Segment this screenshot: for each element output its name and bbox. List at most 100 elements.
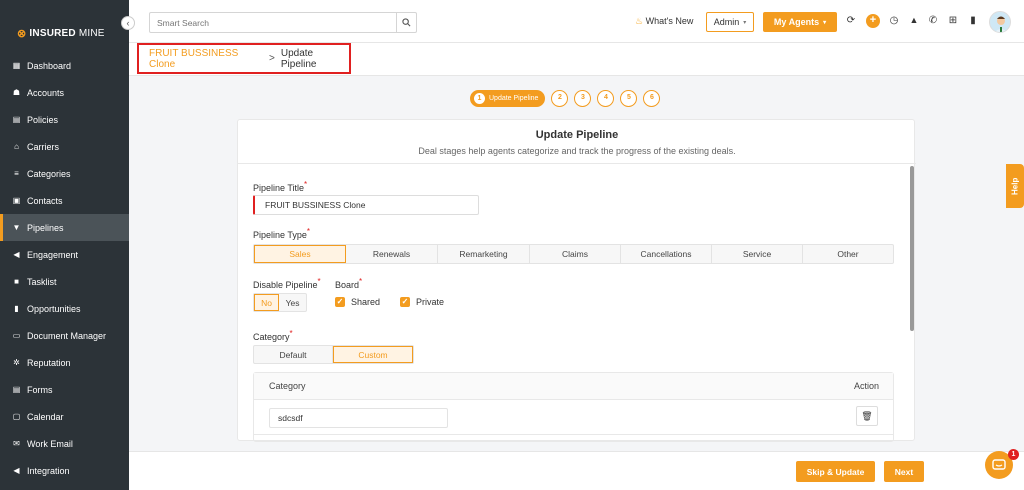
step-6[interactable]: 6 — [643, 90, 661, 107]
sidebar-item-label: Reputation — [27, 357, 71, 368]
calendar-icon: ▢ — [12, 412, 21, 421]
disable-pipeline-toggle: No Yes — [253, 293, 307, 312]
trash-icon: 🗑 — [861, 410, 873, 421]
chat-notification-badge: 1 — [1008, 449, 1019, 460]
sidebar-item-label: Forms — [27, 384, 53, 395]
topbar: ♨ What's New Admin▾ My Agents▾ ⟳ + ◷ ▲ ✆… — [129, 0, 1024, 43]
refresh-icon[interactable]: ⟳ — [845, 15, 857, 26]
pipeline-type-label: Pipeline Type* — [253, 227, 310, 240]
disable-yes[interactable]: Yes — [279, 294, 306, 311]
pipeline-type-other[interactable]: Other — [803, 245, 893, 263]
update-pipeline-card: Update Pipeline Deal stages help agents … — [237, 119, 916, 442]
card-scrollbar[interactable] — [910, 166, 914, 331]
pipeline-type-claims[interactable]: Claims — [530, 245, 621, 263]
pipelines-icon: ▼ — [12, 223, 21, 232]
step-1-active[interactable]: 1 Update Pipeline — [470, 90, 546, 107]
pipeline-type-service[interactable]: Service — [712, 245, 803, 263]
admin-select-value: Admin — [713, 17, 740, 27]
category-label: Category* — [253, 329, 293, 342]
user-avatar[interactable] — [989, 11, 1011, 33]
bell-icon[interactable]: ▲ — [908, 15, 920, 25]
carriers-icon: ⌂ — [14, 142, 19, 151]
search-input[interactable] — [150, 13, 396, 32]
step-5[interactable]: 5 — [620, 90, 638, 107]
category-table: Category Action sdcsdf 🗑 — [253, 372, 894, 442]
category-default[interactable]: Default — [254, 346, 333, 363]
whats-new-link[interactable]: ♨ What's New — [635, 16, 693, 27]
sidebar-item-integration[interactable]: ◀ Integration — [0, 457, 129, 484]
pipeline-type-renewals[interactable]: Renewals — [346, 245, 438, 263]
pipeline-type-sales[interactable]: Sales — [254, 245, 346, 263]
admin-select[interactable]: Admin ▾ — [706, 12, 754, 32]
divider — [238, 163, 916, 164]
chevron-down-icon: ▾ — [743, 19, 747, 26]
chip-icon[interactable]: ⊞ — [947, 15, 959, 26]
dashboard-icon: ▦ — [12, 61, 21, 70]
breadcrumb-separator: > — [269, 53, 275, 64]
accounts-icon: ☗ — [12, 88, 21, 97]
step-label: Update Pipeline — [489, 95, 539, 102]
pipeline-title-label: Pipeline Title* — [253, 180, 308, 193]
integration-icon: ◀ — [13, 466, 20, 475]
brand-logo[interactable]: ⊗ INSURED MINE — [17, 27, 105, 40]
email-icon: ✉ — [13, 439, 20, 448]
sidebar-item-label: Tasklist — [27, 276, 57, 287]
sidebar-item-forms[interactable]: ▤ Forms — [0, 376, 129, 403]
skip-update-button[interactable]: Skip & Update — [796, 461, 875, 482]
breadcrumb-parent-link[interactable]: FRUIT BUSSINESS Clone — [149, 48, 263, 70]
mobile-icon[interactable]: ▮ — [967, 15, 979, 26]
help-tab[interactable]: Help — [1006, 164, 1024, 208]
sidebar-item-accounts[interactable]: ☗ Accounts — [0, 79, 129, 106]
sidebar-item-opportunities[interactable]: ▮ Opportunities — [0, 295, 129, 322]
step-4[interactable]: 4 — [597, 90, 615, 107]
board-shared-label: Shared — [351, 297, 381, 307]
sidebar-item-carriers[interactable]: ⌂ Carriers — [0, 133, 129, 160]
sidebar-item-policies[interactable]: ▤ Policies — [0, 106, 129, 133]
step-number: 1 — [474, 93, 485, 104]
board-private-checkbox[interactable]: ✓ Private — [400, 297, 444, 307]
category-mode-toggle: Default Custom — [253, 345, 414, 364]
pipeline-title-input[interactable]: FRUIT BUSSINESS Clone — [253, 195, 479, 215]
sidebar-item-contacts[interactable]: ▣ Contacts — [0, 187, 129, 214]
card-title: Update Pipeline — [535, 129, 619, 141]
flame-icon: ♨ — [635, 16, 644, 26]
contacts-icon: ▣ — [12, 196, 21, 205]
delete-button[interactable]: 🗑 — [856, 406, 878, 426]
category-custom[interactable]: Custom — [333, 346, 413, 363]
pipeline-type-remarketing[interactable]: Remarketing — [438, 245, 530, 263]
logo-text-2: MINE — [78, 28, 105, 39]
sidebar-item-tasklist[interactable]: ■ Tasklist — [0, 268, 129, 295]
breadcrumb-bar: FRUIT BUSSINESS Clone > Update Pipeline — [129, 43, 1024, 76]
disable-no[interactable]: No — [254, 294, 280, 311]
sidebar-item-label: Dashboard — [27, 60, 72, 71]
sidebar-item-label: Opportunities — [27, 303, 81, 314]
search-icon — [402, 18, 411, 27]
board-label: Board* — [335, 277, 363, 290]
sidebar-item-calendar[interactable]: ▢ Calendar — [0, 403, 129, 430]
sidebar-collapse-button[interactable]: ‹ — [121, 16, 135, 30]
sidebar-item-categories[interactable]: ≡ Categories — [0, 160, 129, 187]
clock-icon[interactable]: ◷ — [888, 15, 900, 26]
search-button[interactable] — [396, 13, 416, 32]
sidebar-item-work-email[interactable]: ✉ Work Email — [0, 430, 129, 457]
sidebar-item-pipelines[interactable]: ▼ Pipelines — [0, 214, 129, 241]
phone-icon[interactable]: ✆ — [927, 15, 939, 26]
checkbox-checked-icon: ✓ — [400, 297, 410, 307]
sidebar-item-engagement[interactable]: ◀ Engagement — [0, 241, 129, 268]
category-value-input[interactable]: sdcsdf — [269, 408, 448, 428]
step-2[interactable]: 2 — [551, 90, 569, 107]
board-shared-checkbox[interactable]: ✓ Shared — [335, 297, 380, 307]
sidebar-item-document-manager[interactable]: ▭ Document Manager — [0, 322, 129, 349]
chat-icon — [992, 459, 1006, 470]
my-agents-button[interactable]: My Agents ▾ — [763, 12, 837, 32]
wizard-stepper: 1 Update Pipeline 2 3 4 5 6 — [470, 90, 661, 107]
next-button[interactable]: Next — [884, 461, 924, 482]
add-icon[interactable]: + — [866, 14, 880, 28]
sidebar: ⊗ INSURED MINE ▦ Dashboard ☗ Accounts ▤ Poli… — [0, 0, 129, 490]
sidebar-item-reputation[interactable]: ✲ Reputation — [0, 349, 129, 376]
sidebar-item-dashboard[interactable]: ▦ Dashboard — [0, 52, 129, 79]
pipeline-type-cancellations[interactable]: Cancellations — [621, 245, 712, 263]
step-3[interactable]: 3 — [574, 90, 592, 107]
sidebar-item-label: Document Manager — [27, 330, 107, 341]
pipeline-type-selector: Sales Renewals Remarketing Claims Cancel… — [253, 244, 894, 264]
